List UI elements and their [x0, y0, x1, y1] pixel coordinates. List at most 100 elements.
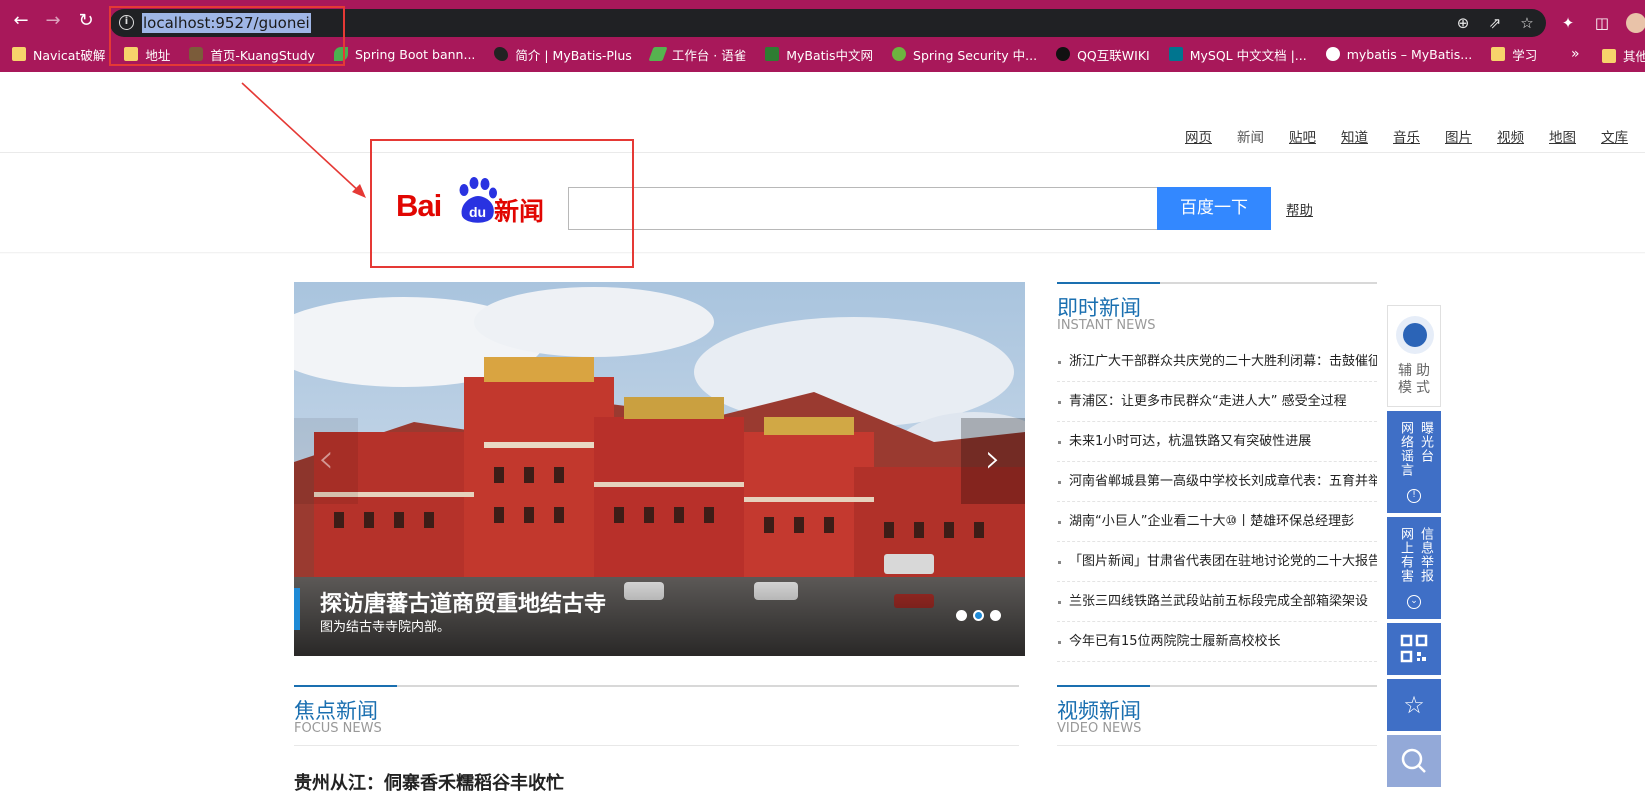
news-list-item[interactable]: 未来1小时可达，杭温铁路又有突破性进展 [1057, 422, 1377, 462]
carousel-title[interactable]: 探访唐蕃古道商贸重地结古寺 [320, 586, 606, 618]
focus-news-item[interactable]: 贵州从江：侗寨香禾糯稻谷丰收忙 [294, 769, 564, 795]
rumor-label-a: 网络谣言 [1398, 421, 1413, 477]
qrcode-icon [1400, 634, 1428, 663]
section-accent [1057, 282, 1160, 284]
back-icon[interactable]: ← [9, 9, 33, 33]
bookmark-item[interactable]: MyBatis中文网 [765, 45, 873, 64]
bookmark-item[interactable]: Spring Boot bann... [333, 46, 476, 62]
header-divider [0, 152, 1645, 153]
section-accent [294, 685, 397, 687]
carousel-dot[interactable] [990, 610, 1001, 621]
report-label-b: 信息举报 [1418, 527, 1433, 583]
section-accent [1057, 685, 1150, 687]
alert-icon: ! [1407, 489, 1421, 503]
news-list-item[interactable]: 湖南“小巨人”企业看二十大⑩丨楚雄环保总经理彭 [1057, 502, 1377, 542]
side-panel-icon[interactable]: ◫ [1592, 13, 1612, 33]
news-list-item[interactable]: 今年已有15位两院院士履新高校校长 [1057, 622, 1377, 662]
topnav-item[interactable]: 贴吧 [1289, 126, 1316, 146]
bookmark-item[interactable]: mybatis – MyBatis... [1325, 46, 1473, 62]
bookmark-label: 工作台 · 语雀 [671, 47, 747, 63]
news-carousel[interactable]: ‹ › 探访唐蕃古道商贸重地结古寺 图为结古寺寺院内部。 [294, 282, 1025, 656]
news-list-item[interactable]: 兰张三四线铁路兰武段站前五标段完成全部箱梁架设 [1057, 582, 1377, 622]
carousel-dot[interactable] [956, 610, 967, 621]
zoom-icon[interactable]: ⊕ [1454, 14, 1472, 32]
focus-news-subtitle: FOCUS NEWS [294, 721, 382, 736]
instant-news-header: 即时新闻 INSTANT NEWS [1057, 282, 1377, 334]
assist-mode-label: 辅助模式 [1398, 363, 1434, 396]
share-icon[interactable]: ⇗ [1486, 14, 1504, 32]
news-list-item[interactable]: 浙江广大干部群众共庆党的二十大胜利闭幕：击鼓催征 [1057, 342, 1377, 382]
favorite-button[interactable]: ☆ [1387, 679, 1441, 731]
topnav-item[interactable]: 音乐 [1393, 126, 1420, 146]
topnav-item[interactable]: 图片 [1445, 126, 1472, 146]
instant-news-list: 浙江广大干部群众共庆党的二十大胜利闭幕：击鼓催征 青浦区：让更多市民群众“走进人大… [1057, 342, 1377, 662]
bookmark-item[interactable]: 学习 [1491, 45, 1537, 64]
reload-icon[interactable]: ↻ [74, 9, 98, 33]
more-bookmarks-icon[interactable]: » [1571, 46, 1580, 62]
bookmark-label: mybatis – MyBatis... [1346, 46, 1473, 62]
bookmark-item[interactable]: QQ互联WIKI [1056, 45, 1150, 64]
news-list-item[interactable]: 河南省郸城县第一高级中学校长刘成章代表：五育并举 [1057, 462, 1377, 502]
qq-icon [1056, 47, 1071, 61]
search-button[interactable]: 百度一下 [1157, 187, 1271, 230]
report-label-a: 网上有害 [1398, 527, 1413, 583]
mysql-icon [1168, 47, 1183, 61]
section-rule [294, 745, 1019, 746]
bird-icon [494, 47, 509, 61]
harmful-info-report-button[interactable]: 信息举报 网上有害 ⌄ [1387, 517, 1441, 619]
rumor-exposure-button[interactable]: 曝光台 网络谣言 ! [1387, 411, 1441, 513]
accessibility-icon [1396, 316, 1434, 354]
topnav-item[interactable]: 视频 [1497, 126, 1524, 146]
chevron-down-icon: ⌄ [1407, 595, 1421, 609]
bookmark-item[interactable]: Spring Security 中... [892, 45, 1037, 64]
search-icon [1401, 748, 1426, 773]
forward-icon[interactable]: → [41, 9, 65, 33]
pen-icon [648, 47, 668, 61]
carousel-dot[interactable] [973, 610, 984, 621]
topnav-item[interactable]: 地图 [1549, 126, 1576, 146]
topnav-item[interactable]: 网页 [1185, 126, 1212, 146]
section-rule [1057, 745, 1377, 746]
bookmark-item[interactable]: MySQL 中文文档 |... [1168, 45, 1307, 64]
help-link[interactable]: 帮助 [1286, 199, 1313, 219]
carousel-dots [956, 610, 1001, 621]
caption-accent-bar [294, 588, 300, 630]
folder-icon [12, 47, 26, 61]
extensions-icon[interactable]: ✦ [1558, 13, 1578, 33]
bookmark-label: Spring Boot bann... [354, 46, 476, 62]
search-input[interactable] [568, 187, 1158, 230]
qrcode-button[interactable] [1387, 623, 1441, 675]
carousel-caption: 探访唐蕃古道商贸重地结古寺 图为结古寺寺院内部。 [294, 578, 1025, 656]
bookmark-label: MySQL 中文文档 |... [1189, 47, 1307, 63]
bookmark-label: Navicat破解 [33, 47, 106, 63]
bookmark-star-icon[interactable]: ☆ [1518, 14, 1536, 32]
header-shadow [0, 252, 1645, 254]
topnav-item[interactable]: 文库 [1601, 126, 1628, 146]
profile-avatar[interactable] [1626, 13, 1645, 33]
topnav-item[interactable]: 知道 [1341, 126, 1368, 146]
bookmark-item[interactable]: Navicat破解 [12, 45, 105, 64]
video-news-header: 视频新闻 VIDEO NEWS [1057, 685, 1377, 746]
news-list-item[interactable]: 青浦区：让更多市民群众“走进人大” 感受全过程 [1057, 382, 1377, 422]
bookmark-label: 其他 [1623, 49, 1645, 64]
search-sidebar-button[interactable] [1387, 735, 1441, 787]
carousel-subtitle: 图为结古寺寺院内部。 [320, 620, 451, 635]
bookmark-label: 简介 | MyBatis-Plus [515, 47, 632, 63]
annotation-box-url [109, 6, 345, 66]
topnav-item[interactable]: 新闻 [1237, 126, 1264, 146]
bookmark-item[interactable]: 简介 | MyBatis-Plus [494, 45, 632, 64]
carousel-next-button[interactable]: › [961, 418, 1025, 504]
assist-mode-button[interactable]: 辅助模式 [1387, 305, 1441, 407]
bookmark-other[interactable]: 其他 [1602, 46, 1645, 65]
carousel-prev-button[interactable]: ‹ [294, 418, 358, 504]
video-news-subtitle: VIDEO NEWS [1057, 721, 1142, 736]
globe-icon [1325, 47, 1340, 61]
news-list-item[interactable]: 「图片新闻」甘肃省代表团在驻地讨论党的二十大报告 [1057, 542, 1377, 582]
star-icon: ☆ [1403, 691, 1425, 719]
bookmark-label: MyBatis中文网 [786, 47, 874, 63]
spring-icon [892, 47, 907, 61]
instant-news-subtitle: INSTANT NEWS [1057, 318, 1156, 333]
focus-news-header: 焦点新闻 FOCUS NEWS [294, 685, 1019, 746]
bookmark-item[interactable]: 工作台 · 语雀 [648, 45, 747, 64]
annotation-box-logo [370, 139, 634, 268]
